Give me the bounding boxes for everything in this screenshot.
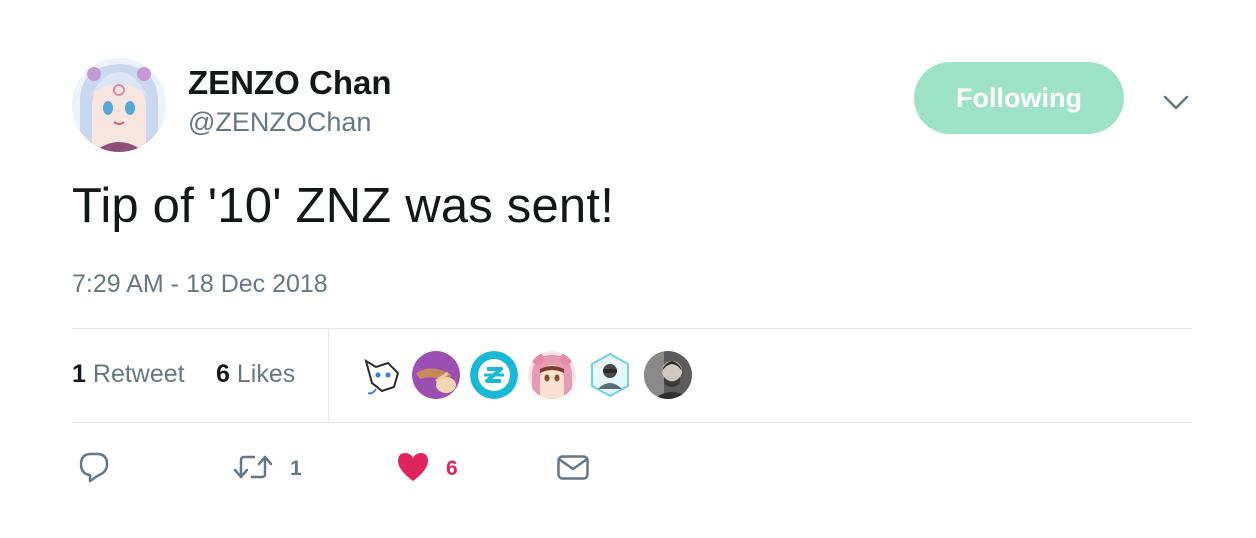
envelope-icon	[556, 452, 590, 487]
like-button[interactable]: 6	[396, 452, 458, 486]
stats-divider	[328, 329, 329, 422]
profile-avatar[interactable]	[72, 58, 166, 152]
author-handle[interactable]: @ZENZOChan	[188, 107, 371, 138]
heart-icon	[396, 451, 430, 488]
retweet-stat-count: 1	[72, 360, 86, 388]
liker-avatar[interactable]	[644, 351, 692, 399]
retweet-stat[interactable]: 1 Retweet	[72, 360, 185, 389]
chevron-down-icon[interactable]	[1160, 88, 1192, 116]
liker-avatar[interactable]	[412, 351, 460, 399]
divider	[72, 328, 1192, 329]
tweet-text: Tip of '10' ZNZ was sent!	[72, 179, 615, 233]
likes-stat-count: 6	[216, 360, 230, 388]
liker-avatar[interactable]	[528, 351, 576, 399]
reply-button[interactable]	[78, 452, 110, 486]
tweet-timestamp[interactable]: 7:29 AM - 18 Dec 2018	[72, 270, 328, 299]
retweet-count: 1	[290, 457, 302, 480]
liker-avatar[interactable]	[586, 351, 634, 399]
liker-avatar[interactable]	[358, 351, 406, 399]
direct-message-button[interactable]	[556, 452, 590, 486]
reply-icon	[78, 450, 110, 489]
like-count: 6	[446, 457, 458, 480]
retweet-button[interactable]: 1	[232, 452, 302, 486]
likes-stat[interactable]: 6 Likes	[216, 360, 295, 389]
divider	[72, 422, 1192, 423]
author-display-name[interactable]: ZENZO Chan	[188, 64, 392, 102]
likes-stat-label: Likes	[236, 360, 296, 388]
retweet-stat-label: Retweet	[92, 360, 185, 388]
retweet-icon	[232, 452, 274, 487]
liker-avatar[interactable]	[470, 351, 518, 399]
following-button[interactable]: Following	[914, 62, 1124, 134]
